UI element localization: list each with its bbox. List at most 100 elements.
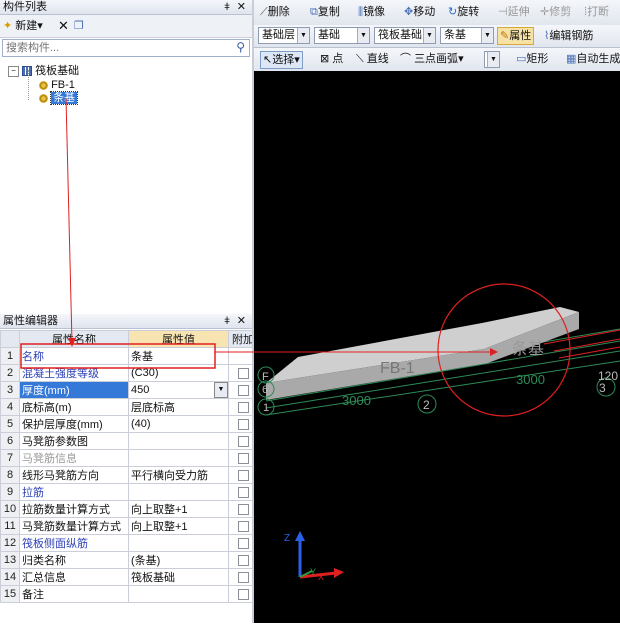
mirror-button[interactable]: ⫼镜像 <box>358 4 385 20</box>
category-select[interactable]: 基础 ▼ <box>314 27 370 44</box>
extend-button[interactable]: ⊣延伸 <box>498 4 530 20</box>
property-value[interactable]: 层底标高 <box>128 398 229 416</box>
edit-rebar-button[interactable]: ⌇编辑钢筋 <box>544 28 593 44</box>
arc-button[interactable]: ⌒ 三点画弧▾ <box>400 51 464 67</box>
property-value[interactable] <box>128 585 229 603</box>
property-value[interactable] <box>128 534 229 552</box>
collapse-icon[interactable]: − <box>8 65 19 77</box>
extra-checkbox[interactable] <box>237 571 249 583</box>
delete-button[interactable]: ⟋删除 <box>260 4 290 20</box>
property-value[interactable]: (C30) <box>128 364 229 382</box>
property-row[interactable]: 13 归类名称 (条基) <box>0 551 258 569</box>
chevron-down-icon: ▼ <box>297 28 309 43</box>
property-row[interactable]: 15 备注 <box>0 585 258 603</box>
property-value[interactable] <box>128 449 229 467</box>
extra-checkbox[interactable] <box>237 537 249 549</box>
property-row[interactable]: 7 马凳筋信息 <box>0 449 258 467</box>
row-number: 10 <box>0 500 20 518</box>
property-value[interactable] <box>128 432 229 450</box>
extra-checkbox[interactable] <box>237 469 249 481</box>
property-value[interactable]: 向上取整+1 <box>128 500 229 518</box>
property-value[interactable]: 筏板基础 <box>128 568 229 586</box>
move-button[interactable]: ✥移动 <box>404 4 435 20</box>
dimension-left: 3000 <box>342 393 371 408</box>
row-number: 5 <box>0 415 20 433</box>
x-axis-label: X <box>318 572 324 582</box>
draw-mode-select[interactable]: ▼ <box>484 51 500 68</box>
tree-item-label: 条基 <box>50 91 79 105</box>
property-value[interactable] <box>128 483 229 501</box>
tree-item-strip[interactable]: 条基 <box>39 91 79 105</box>
extra-checkbox[interactable] <box>237 435 249 447</box>
chevron-down-icon: ▼ <box>423 28 435 43</box>
close-icon[interactable]: ✕ <box>237 314 246 329</box>
arc-icon: ⌒ <box>400 53 411 65</box>
extra-checkbox[interactable] <box>237 418 249 430</box>
property-value[interactable]: (条基) <box>128 551 229 569</box>
extra-checkbox[interactable] <box>237 452 249 464</box>
line-button[interactable]: ⟍ 直线 <box>356 51 389 67</box>
copy-component-icon[interactable]: ❐ <box>74 18 84 34</box>
property-name: 拉筋数量计算方式 <box>19 500 129 518</box>
axis-gizmo: Z Y X <box>284 531 344 582</box>
search-box: ⚲ <box>2 39 250 57</box>
extra-checkbox[interactable] <box>237 384 249 396</box>
pin-icon[interactable]: ǂ <box>224 314 230 329</box>
property-value-text: 筏板基础 <box>131 572 175 584</box>
auto-icon: ▦ <box>566 53 577 65</box>
search-input[interactable] <box>3 40 224 56</box>
property-name: 底标高(m) <box>19 398 129 416</box>
point-button[interactable]: ⊠ 点 <box>320 51 343 67</box>
property-row[interactable]: 1 名称 条基 <box>0 347 258 365</box>
tree-item-fb1[interactable]: FB-1 <box>39 78 75 92</box>
property-value[interactable]: 向上取整+1 <box>128 517 229 535</box>
property-value-text: (40) <box>131 418 151 430</box>
component-select[interactable]: 条基 ▼ <box>440 27 494 44</box>
new-component-button[interactable]: ✦ 新建▾ <box>3 18 43 34</box>
rect-icon: ▭ <box>516 53 527 65</box>
pin-icon[interactable]: ǂ <box>224 0 230 15</box>
property-row[interactable]: 8 线形马凳筋方向 平行横向受力筋 <box>0 466 258 484</box>
type-select[interactable]: 筏板基础 ▼ <box>374 27 436 44</box>
delete-component-icon[interactable]: ✕ <box>58 18 69 34</box>
property-value[interactable]: 平行横向受力筋 <box>128 466 229 484</box>
break-button[interactable]: ⁞打断 <box>584 4 609 20</box>
extra-checkbox[interactable] <box>237 486 249 498</box>
extra-checkbox[interactable] <box>237 520 249 532</box>
property-value[interactable]: (40) <box>128 415 229 433</box>
extra-checkbox[interactable] <box>237 367 249 379</box>
rect-button[interactable]: ▭矩形 <box>516 51 548 67</box>
property-row[interactable]: 2 混凝土强度等级 (C30) <box>0 364 258 382</box>
floor-select[interactable]: 基础层 ▼ <box>258 27 310 44</box>
chevron-down-icon[interactable]: ▼ <box>214 382 228 398</box>
select-button[interactable]: ↖选择▾ <box>260 51 303 69</box>
property-row[interactable]: 5 保护层厚度(mm) (40) <box>0 415 258 433</box>
property-row[interactable]: 9 拉筋 <box>0 483 258 501</box>
model-viewport[interactable]: FB-1 条基 3000 3000 2 3 120 F 6 1 Z Y X <box>254 71 620 623</box>
trim-button[interactable]: ✛修剪 <box>540 4 571 20</box>
property-value[interactable]: 条基 <box>128 347 229 365</box>
rotate-button[interactable]: ↻旋转 <box>448 4 479 20</box>
property-row[interactable]: 11 马凳筋数量计算方式 向上取整+1 <box>0 517 258 535</box>
property-row[interactable]: 10 拉筋数量计算方式 向上取整+1 <box>0 500 258 518</box>
extra-checkbox[interactable] <box>237 401 249 413</box>
property-row[interactable]: 12 筏板侧面纵筋 <box>0 534 258 552</box>
search-icon[interactable]: ⚲ <box>236 40 245 54</box>
property-editor-titlebar: 属性编辑器 ǂ ✕ <box>0 314 252 329</box>
property-row[interactable]: 4 底标高(m) 层底标高 <box>0 398 258 416</box>
edit-toolbar: ⟋删除 ⧉复制 ⫼镜像 ✥移动 ↻旋转 ⊣延伸 ✛修剪 ⁞打断 <box>254 0 620 26</box>
extra-checkbox[interactable] <box>237 554 249 566</box>
tree-root[interactable]: − 筏板基础 <box>8 64 79 78</box>
close-icon[interactable]: ✕ <box>237 0 246 15</box>
copy-button[interactable]: ⧉复制 <box>310 4 340 20</box>
extra-checkbox[interactable] <box>237 588 249 600</box>
property-row[interactable]: 14 汇总信息 筏板基础 <box>0 568 258 586</box>
property-value[interactable]: 450 ▼ <box>128 381 229 399</box>
extra-checkbox[interactable] <box>237 503 249 515</box>
auto-generate-button[interactable]: ▦自动生成 <box>566 51 620 67</box>
property-row[interactable]: 6 马凳筋参数图 <box>0 432 258 450</box>
viewport-canvas[interactable]: FB-1 条基 3000 3000 2 3 120 F 6 1 Z Y X <box>254 71 620 623</box>
property-row[interactable]: 3 厚度(mm) 450 ▼ <box>0 381 258 399</box>
properties-button[interactable]: ✎属性 <box>497 27 535 45</box>
y-axis-label: Y <box>310 567 316 577</box>
